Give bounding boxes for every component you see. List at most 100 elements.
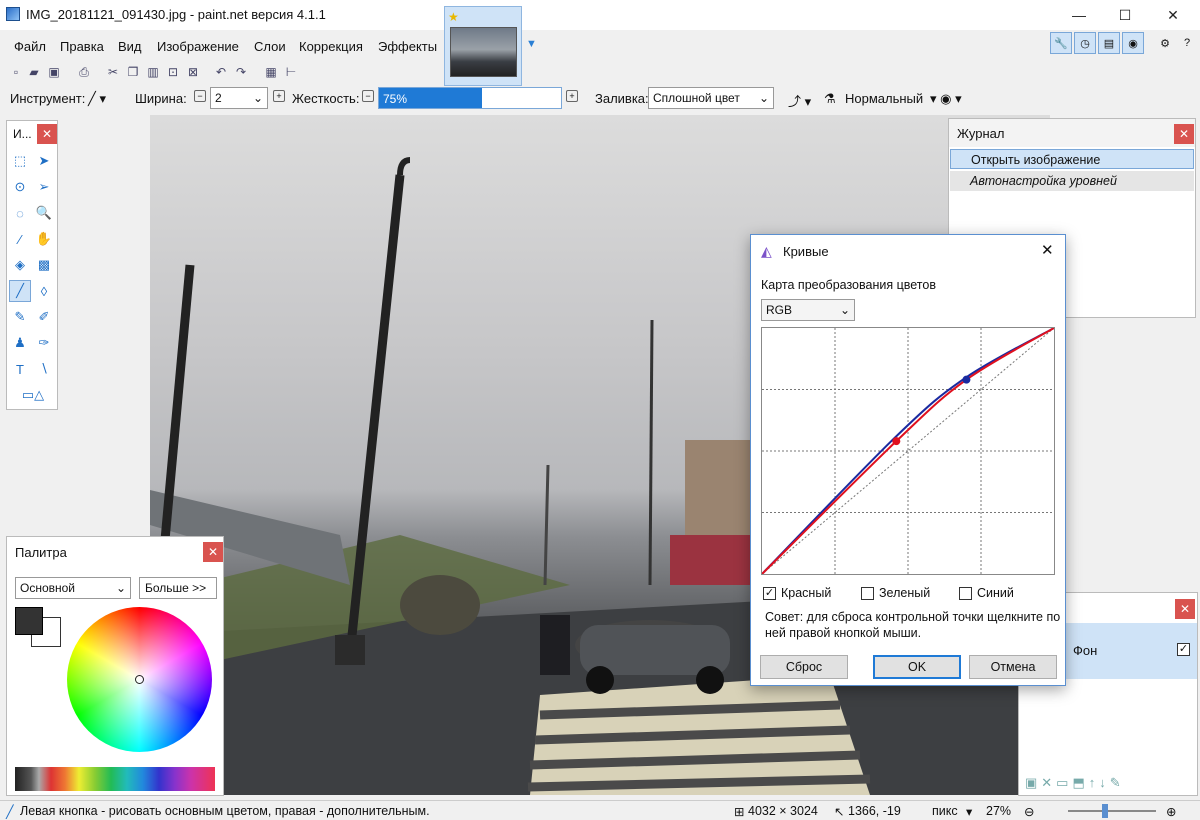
zoom-in-icon[interactable]: ⊕ [1166,804,1176,819]
curve-svg[interactable] [761,327,1055,575]
undo-icon[interactable]: ↶ [213,64,229,80]
history-item[interactable]: Автонастройка уровней [950,171,1194,191]
eraser-icon[interactable]: ◊ [33,280,55,302]
history-item-label: Автонастройка уровней [970,174,1117,188]
width-decrease-button[interactable]: − [194,90,206,102]
image-tab[interactable]: ★ [444,6,522,86]
save-icon[interactable]: ▣ [46,64,62,80]
cancel-button[interactable]: Отмена [969,655,1057,679]
clone-stamp-icon[interactable]: ♟ [9,332,31,354]
image-size-icon: ⊞ [734,805,745,819]
layers-toggle-icon[interactable]: ▤ [1098,32,1120,54]
color-picker-icon[interactable]: ✐ [33,306,55,328]
help-icon[interactable]: ? [1176,32,1198,54]
recolor-icon[interactable]: ✑ [33,332,55,354]
image-thumbnail[interactable] [450,27,517,77]
history-item[interactable]: Открыть изображение [950,149,1194,169]
menu-adjustments[interactable]: Коррекция [299,39,363,54]
rectangle-select-icon[interactable]: ⬚ [9,150,31,172]
blue-channel-checkbox[interactable] [959,587,972,600]
colors-toggle-icon[interactable]: ◉ [1122,32,1144,54]
menu-view[interactable]: Вид [118,39,142,54]
curves-title: Кривые [783,244,829,259]
red-channel-label: Красный [781,586,832,600]
grid-icon[interactable]: ▦ [263,64,279,80]
zoom-value[interactable]: 27% [986,804,1011,818]
magic-wand-icon[interactable]: ⁄ [9,228,31,250]
close-icon[interactable]: ✕ [1175,599,1195,619]
hardness-increase-button[interactable]: + [566,90,578,102]
gradient-icon[interactable]: ▩ [33,254,55,276]
move-selected-icon[interactable]: ➤ [33,150,55,172]
paste-icon[interactable]: ▥ [145,64,161,80]
file-toolbar: ▫ ▰ ▣ ⎙ ✂ ❐ ▥ ⊡ ⊠ ↶ ↷ ▦ ⊢ [0,62,320,84]
width-input[interactable]: 2 ⌄ [210,87,268,109]
width-increase-button[interactable]: + [273,90,285,102]
alpha-blending-icon[interactable]: ▾ ◉ ▾ [930,91,962,107]
curves-icon: ◭ [761,243,772,259]
menu-effects[interactable]: Эффекты [378,39,437,54]
pencil-icon[interactable]: ✎ [9,306,31,328]
close-icon[interactable]: ✕ [37,124,57,144]
new-file-icon[interactable]: ▫ [8,64,24,80]
palette-mode-select[interactable]: Основной ⌄ [15,577,131,599]
open-file-icon[interactable]: ▰ [26,64,42,80]
history-toggle-icon[interactable]: ◷ [1074,32,1096,54]
layer-actions[interactable]: ▣✕▭⬒↑↓✎ [1025,775,1125,791]
ruler-icon[interactable]: ⊢ [283,64,299,80]
blend-mode-select[interactable]: Нормальный [845,91,923,106]
shapes-icon[interactable]: ▭△ [15,384,51,406]
antialias-icon[interactable]: ⤴ ▾ [788,91,811,110]
menu-edit[interactable]: Правка [60,39,104,54]
close-icon[interactable]: ✕ [203,542,223,562]
minimize-button[interactable]: — [1056,0,1102,30]
deselect-icon[interactable]: ⊠ [185,64,201,80]
units-select[interactable]: пикс [932,804,958,818]
hardness-slider[interactable]: 75% [378,87,562,109]
red-channel-checkbox[interactable]: ✓ [763,587,776,600]
palette-swatches[interactable] [15,767,215,791]
menu-layers[interactable]: Слои [254,39,286,54]
close-button[interactable]: ✕ [1150,0,1196,30]
red-control-point[interactable] [892,437,901,446]
curve-graph[interactable] [761,327,1055,575]
crop-icon[interactable]: ⊡ [165,64,181,80]
zoom-out-icon[interactable]: ⊖ [1024,804,1034,819]
pan-icon[interactable]: ✋ [33,228,55,250]
text-icon[interactable]: T [9,358,31,380]
zoom-slider[interactable] [1068,804,1156,818]
menu-image[interactable]: Изображение [157,39,239,54]
paintbrush-icon[interactable]: ╱ [9,280,31,302]
line-curve-icon[interactable]: ∖ [33,358,55,380]
move-selection-icon[interactable]: ➢ [33,176,55,198]
hardness-decrease-button[interactable]: − [362,90,374,102]
print-icon[interactable]: ⎙ [76,64,92,80]
ok-button[interactable]: OK [873,655,961,679]
close-icon[interactable]: ✕ [1174,124,1194,144]
gear-icon[interactable]: ⚙ [1154,32,1176,54]
fill-select[interactable]: Сплошной цвет ⌄ [648,87,774,109]
redo-icon[interactable]: ↷ [233,64,249,80]
more-button[interactable]: Больше >> [139,577,217,599]
menu-file[interactable]: Файл [14,39,46,54]
close-icon[interactable]: ✕ [1041,241,1054,259]
color-wheel[interactable] [67,607,212,752]
maximize-button[interactable]: ☐ [1102,0,1148,30]
ellipse-select-icon[interactable]: ◌ [9,202,31,224]
hardness-value: 75% [383,92,408,106]
green-channel-checkbox[interactable] [861,587,874,600]
blue-control-point[interactable] [962,375,971,384]
primary-color-swatch[interactable] [15,607,43,635]
paint-bucket-icon[interactable]: ◈ [9,254,31,276]
lasso-select-icon[interactable]: ⊙ [9,176,31,198]
layer-visible-checkbox[interactable]: ✓ [1177,643,1190,656]
reset-button[interactable]: Сброс [760,655,848,679]
mode-select[interactable]: RGB ⌄ [761,299,855,321]
cut-icon[interactable]: ✂ [105,64,121,80]
zoom-icon[interactable]: 🔍 [33,202,55,224]
copy-icon[interactable]: ❐ [125,64,141,80]
chevron-down-icon[interactable]: ▾ [966,804,972,819]
tools-toggle-icon[interactable]: 🔧 [1050,32,1072,54]
chevron-down-icon[interactable]: ▼ [526,38,537,50]
brush-icon[interactable]: ╱ ▾ [88,91,106,107]
